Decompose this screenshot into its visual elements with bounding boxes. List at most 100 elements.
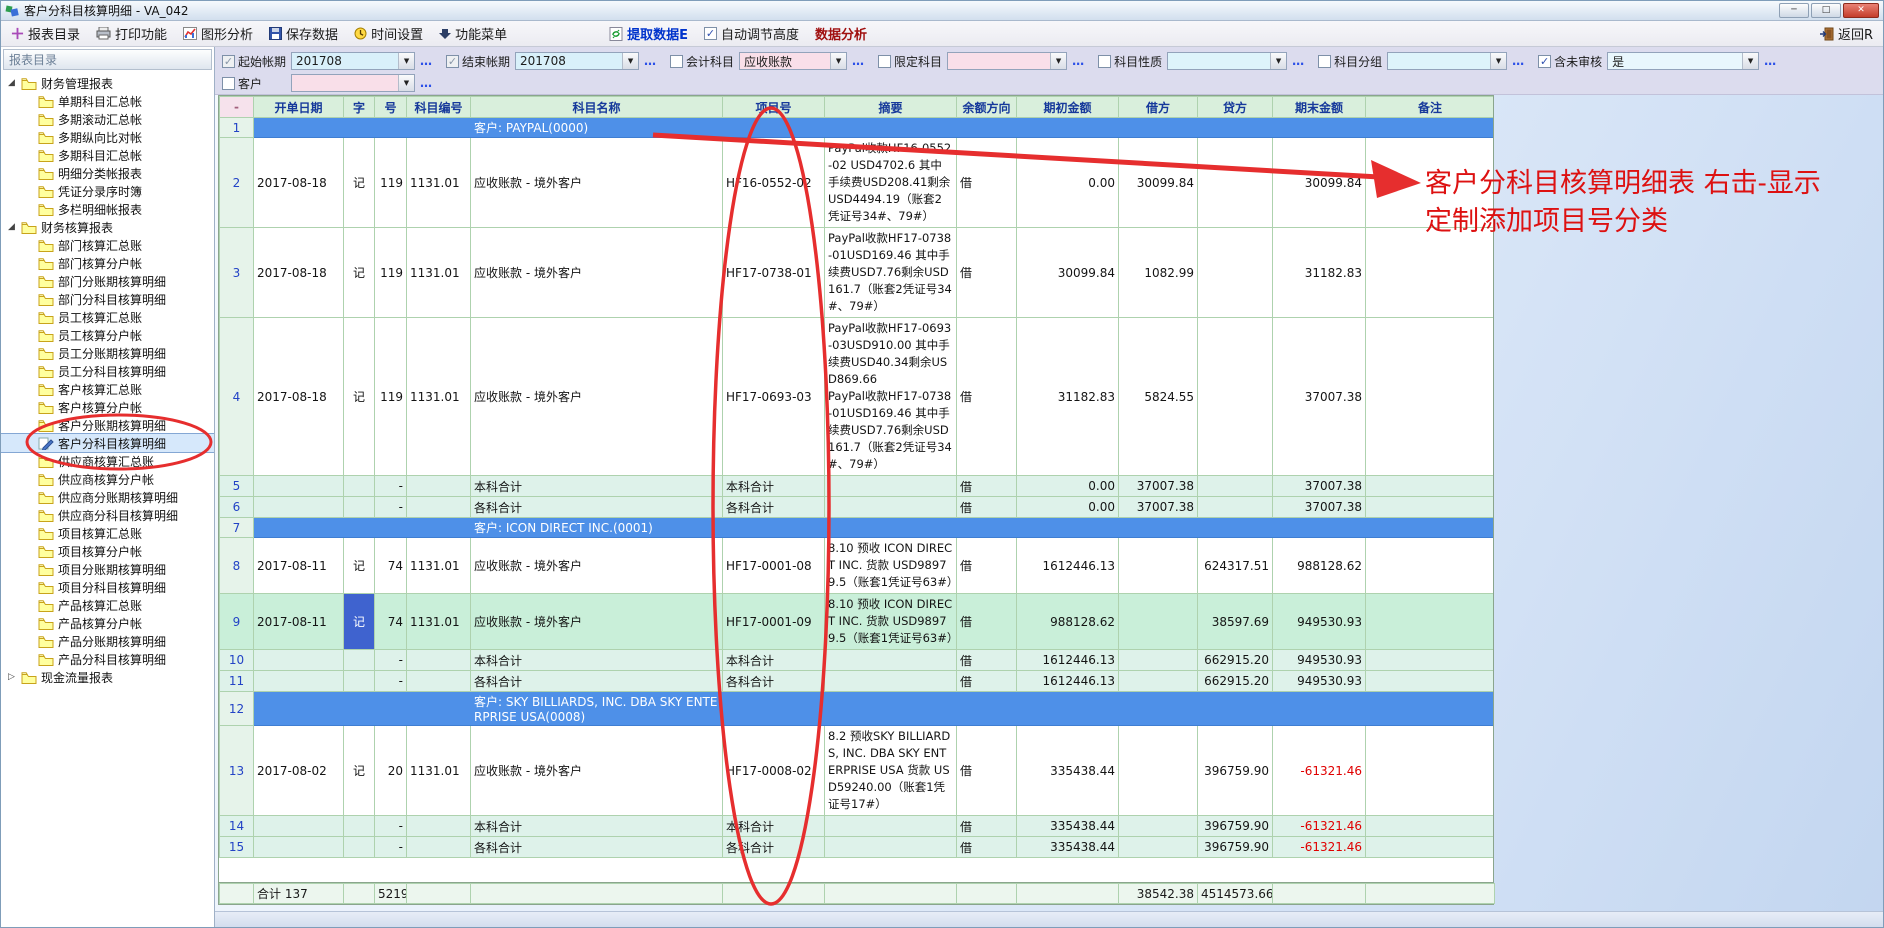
close-button[interactable]: ✕ xyxy=(1843,3,1879,18)
function-menu-button[interactable]: 功能菜单 xyxy=(439,24,507,43)
back-button[interactable]: 返回R xyxy=(1820,24,1873,43)
dropdown-arrow-icon[interactable]: ▼ xyxy=(1270,53,1286,69)
horizontal-scrollbar[interactable] xyxy=(215,911,1883,927)
sidebar-item[interactable]: 多栏明细帐报表 xyxy=(1,200,214,218)
lookup-button[interactable]: … xyxy=(644,54,657,68)
table-row[interactable]: 82017-08-11记741131.01应收账款 - 境外客户HF17-000… xyxy=(220,538,1495,594)
sidebar-item[interactable]: 客户核算汇总账 xyxy=(1,380,214,398)
sidebar-item[interactable]: 项目分科目核算明细 xyxy=(1,578,214,596)
table-row[interactable]: 32017-08-18记1191131.01应收账款 - 境外客户HF17-07… xyxy=(220,228,1495,318)
sidebar-item[interactable]: 客户分科目核算明细 xyxy=(1,434,214,452)
table-row[interactable]: 92017-08-11记741131.01应收账款 - 境外客户HF17-000… xyxy=(220,594,1495,650)
print-button[interactable]: 打印功能 xyxy=(96,24,167,43)
sidebar-item[interactable]: 项目核算汇总账 xyxy=(1,524,214,542)
column-header[interactable]: 期末金额 xyxy=(1273,97,1366,118)
minimize-button[interactable]: ─ xyxy=(1779,3,1809,18)
group-row[interactable]: 12客户: SKY BILLIARDS, INC. DBA SKY ENTERP… xyxy=(220,692,1495,726)
sidebar-item[interactable]: 凭证分录序时簿 xyxy=(1,182,214,200)
column-header[interactable]: 号 xyxy=(375,97,407,118)
sidebar-item[interactable]: 多期滚动汇总帐 xyxy=(1,110,214,128)
column-header[interactable]: 借方 xyxy=(1119,97,1198,118)
table-row[interactable]: 132017-08-02记201131.01应收账款 - 境外客户HF17-00… xyxy=(220,726,1495,816)
filter-dropdown[interactable]: 应收账款▼ xyxy=(739,52,847,70)
auto-height-checkbox[interactable] xyxy=(704,27,717,40)
dropdown-arrow-icon[interactable]: ▼ xyxy=(622,53,638,69)
sidebar-item[interactable]: 员工分科目核算明细 xyxy=(1,362,214,380)
filter-checkbox[interactable] xyxy=(878,55,891,68)
filter-dropdown[interactable]: ▼ xyxy=(1387,52,1507,70)
dropdown-arrow-icon[interactable]: ▼ xyxy=(398,53,414,69)
sidebar-item[interactable]: 项目分账期核算明细 xyxy=(1,560,214,578)
sidebar-item[interactable]: 部门核算分户帐 xyxy=(1,254,214,272)
dropdown-arrow-icon[interactable]: ▼ xyxy=(830,53,846,69)
filter-checkbox[interactable] xyxy=(1098,55,1111,68)
column-header[interactable]: 科目名称 xyxy=(471,97,723,118)
time-settings-button[interactable]: 时间设置 xyxy=(354,24,423,43)
dropdown-arrow-icon[interactable]: ▼ xyxy=(1490,53,1506,69)
column-header[interactable]: 余额方向 xyxy=(957,97,1017,118)
filter-checkbox[interactable] xyxy=(222,55,235,68)
lookup-button[interactable]: … xyxy=(420,54,433,68)
sidebar-item[interactable]: 部门分科目核算明细 xyxy=(1,290,214,308)
save-data-button[interactable]: 保存数据 xyxy=(269,24,338,43)
grid-header-row[interactable]: -开单日期字号科目编号科目名称项目号摘要余额方向期初金额借方贷方期末金额备注 xyxy=(220,97,1495,118)
filter-dropdown[interactable]: 201708▼ xyxy=(291,52,415,70)
sidebar-item[interactable]: 部门核算汇总账 xyxy=(1,236,214,254)
data-analysis-button[interactable]: 数据分析 xyxy=(815,24,867,43)
dropdown-arrow-icon[interactable]: ▼ xyxy=(398,75,414,91)
sidebar-item[interactable]: 部门分账期核算明细 xyxy=(1,272,214,290)
sidebar-item[interactable]: 产品分科目核算明细 xyxy=(1,650,214,668)
sidebar-item[interactable]: 供应商核算汇总账 xyxy=(1,452,214,470)
tree-group[interactable]: ◢财务核算报表 xyxy=(1,218,214,236)
group-row[interactable]: 1客户: PAYPAL(0000) xyxy=(220,118,1495,138)
filter-checkbox[interactable] xyxy=(670,55,683,68)
auto-height-toggle[interactable]: 自动调节高度 xyxy=(704,24,799,43)
column-header[interactable]: - xyxy=(220,97,254,118)
filter-checkbox[interactable] xyxy=(1538,55,1551,68)
table-row[interactable]: 15-各科合计各科合计借335438.44396759.90-61321.46 xyxy=(220,837,1495,858)
column-header[interactable]: 摘要 xyxy=(825,97,957,118)
column-header[interactable]: 备注 xyxy=(1366,97,1495,118)
group-row[interactable]: 7客户: ICON DIRECT INC.(0001) xyxy=(220,518,1495,538)
tree-group[interactable]: ◢财务管理报表 xyxy=(1,74,214,92)
column-header[interactable]: 科目编号 xyxy=(407,97,471,118)
lookup-button[interactable]: … xyxy=(1072,54,1085,68)
collapse-icon[interactable]: ◢ xyxy=(6,78,17,88)
column-header[interactable]: 字 xyxy=(344,97,375,118)
sidebar-item[interactable]: 产品分账期核算明细 xyxy=(1,632,214,650)
dropdown-arrow-icon[interactable]: ▼ xyxy=(1050,53,1066,69)
table-row[interactable]: 42017-08-18记1191131.01应收账款 - 境外客户HF17-06… xyxy=(220,318,1495,476)
filter-checkbox[interactable] xyxy=(1318,55,1331,68)
lookup-button[interactable]: … xyxy=(852,54,865,68)
tree-group[interactable]: ▷现金流量报表 xyxy=(1,668,214,686)
sidebar-item[interactable]: 产品核算分户帐 xyxy=(1,614,214,632)
sidebar-item[interactable]: 明细分类帐报表 xyxy=(1,164,214,182)
lookup-button[interactable]: … xyxy=(1764,54,1777,68)
filter-dropdown[interactable]: ▼ xyxy=(947,52,1067,70)
filter-dropdown[interactable]: ▼ xyxy=(291,74,415,92)
sidebar-item[interactable]: 项目核算分户帐 xyxy=(1,542,214,560)
maximize-button[interactable]: □ xyxy=(1811,3,1841,18)
table-row[interactable]: 6-各科合计各科合计借0.0037007.3837007.38 xyxy=(220,497,1495,518)
graph-analysis-button[interactable]: 图形分析 xyxy=(183,24,253,43)
sidebar-item[interactable]: 产品核算汇总账 xyxy=(1,596,214,614)
sidebar-item[interactable]: 多期科目汇总帐 xyxy=(1,146,214,164)
filter-dropdown[interactable]: ▼ xyxy=(1167,52,1287,70)
table-row[interactable]: 22017-08-18记1191131.01应收账款 - 境外客户HF16-05… xyxy=(220,138,1495,228)
sidebar-item[interactable]: 供应商分科目核算明细 xyxy=(1,506,214,524)
column-header[interactable]: 开单日期 xyxy=(254,97,344,118)
sidebar-item[interactable]: 供应商分账期核算明细 xyxy=(1,488,214,506)
filter-dropdown[interactable]: 是▼ xyxy=(1607,52,1759,70)
filter-checkbox[interactable] xyxy=(446,55,459,68)
column-header[interactable]: 项目号 xyxy=(723,97,825,118)
column-header[interactable]: 贷方 xyxy=(1198,97,1273,118)
lookup-button[interactable]: … xyxy=(1292,54,1305,68)
table-row[interactable]: 14-本科合计本科合计借335438.44396759.90-61321.46 xyxy=(220,816,1495,837)
column-header[interactable]: 期初金额 xyxy=(1017,97,1119,118)
sidebar-item[interactable]: 客户分账期核算明细 xyxy=(1,416,214,434)
table-row[interactable]: 5-本科合计本科合计借0.0037007.3837007.38 xyxy=(220,476,1495,497)
table-row[interactable]: 10-本科合计本科合计借1612446.13662915.20949530.93 xyxy=(220,650,1495,671)
report-dir-button[interactable]: 报表目录 xyxy=(11,24,80,43)
filter-dropdown[interactable]: 201708▼ xyxy=(515,52,639,70)
extract-data-button[interactable]: 提取数据E xyxy=(609,24,688,43)
